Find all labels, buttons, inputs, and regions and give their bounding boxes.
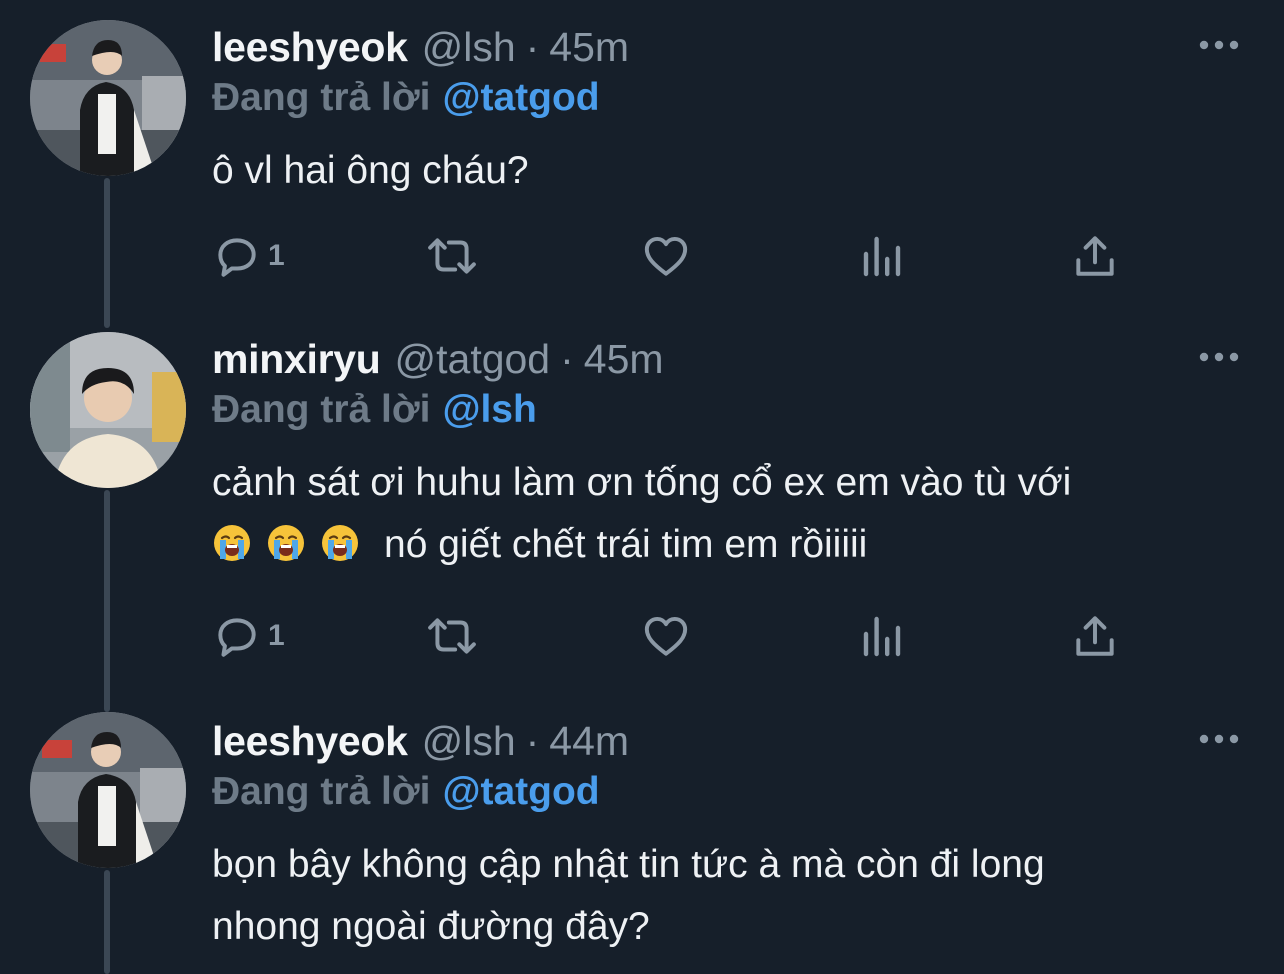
display-name[interactable]: leeshyeok — [212, 22, 408, 72]
loudly-crying-face-icon — [268, 525, 304, 561]
replying-to-label: Đang trả lời — [212, 388, 431, 431]
display-name[interactable]: leeshyeok — [212, 716, 408, 766]
tweet-text: bọn bây không cập nhật tin tức à mà còn … — [212, 834, 1232, 958]
share-icon — [1076, 236, 1114, 276]
reply-thread: leeshyeok @lsh · 45m Đang trả lời @tatgod… — [0, 0, 1284, 974]
timestamp[interactable]: 45m — [549, 22, 629, 72]
mention-link[interactable]: @tatgod — [442, 770, 599, 813]
replying-to-line: Đang trả lời @lsh — [212, 386, 537, 434]
heart-icon — [644, 616, 688, 656]
user-handle[interactable]: @tatgod — [395, 334, 551, 384]
timestamp[interactable]: 44m — [549, 716, 629, 766]
reply-icon — [218, 618, 256, 657]
mention-link[interactable]: @tatgod — [442, 76, 599, 119]
more-icon[interactable] — [1198, 350, 1240, 364]
retweet-icon — [428, 618, 476, 654]
user-handle[interactable]: @lsh — [422, 716, 516, 766]
retweet-icon — [428, 238, 476, 274]
avatar-photo — [30, 332, 186, 488]
share-icon — [1076, 616, 1114, 656]
user-handle[interactable]: @lsh — [422, 22, 516, 72]
tweet-text: ô vl hai ông cháu? — [212, 140, 1232, 202]
heart-icon — [644, 236, 688, 276]
avatar-photo — [30, 20, 186, 176]
reply-icon — [218, 238, 256, 277]
retweet-button[interactable] — [424, 608, 480, 664]
avatar[interactable] — [30, 712, 186, 868]
reply-button[interactable]: 1 — [212, 608, 285, 664]
tweet-text-line: cảnh sát ơi huhu làm ơn tống cổ ex em và… — [212, 461, 1072, 504]
tweet-header: minxiryu @tatgod · 45m — [212, 334, 664, 384]
tweet-text-line: ô vl hai ông cháu? — [212, 149, 529, 192]
avatar[interactable] — [30, 20, 186, 176]
action-bar: 1 — [212, 228, 1132, 284]
share-button[interactable] — [1070, 608, 1120, 664]
timestamp[interactable]: 45m — [584, 334, 664, 384]
tweet-header: leeshyeok @lsh · 45m — [212, 22, 629, 72]
analytics-button[interactable] — [858, 228, 906, 284]
share-button[interactable] — [1070, 228, 1120, 284]
analytics-icon — [863, 236, 901, 277]
replying-to-label: Đang trả lời — [212, 770, 431, 813]
display-name[interactable]: minxiryu — [212, 334, 381, 384]
loudly-crying-face-icon — [214, 525, 250, 561]
retweet-button[interactable] — [424, 228, 480, 284]
like-button[interactable] — [640, 608, 692, 664]
tweet-text: cảnh sát ơi huhu làm ơn tống cổ ex em và… — [212, 452, 1232, 576]
tweet-text-fragment: nó giết chết trái tim em rồiiiii — [384, 523, 868, 566]
more-icon[interactable] — [1198, 732, 1240, 746]
loudly-crying-face-icon — [322, 525, 358, 561]
analytics-icon — [863, 616, 901, 657]
analytics-button[interactable] — [858, 608, 906, 664]
reply-button[interactable]: 1 — [212, 228, 285, 284]
replying-to-line: Đang trả lời @tatgod — [212, 768, 600, 816]
reply-count: 1 — [268, 239, 285, 272]
avatar[interactable] — [30, 332, 186, 488]
tweet-text-line: nó giết chết trái tim em rồiiiii — [212, 514, 1232, 576]
like-button[interactable] — [640, 228, 692, 284]
more-icon[interactable] — [1198, 38, 1240, 52]
tweet[interactable]: leeshyeok @lsh · 44m Đang trả lời @tatgod… — [0, 694, 1284, 974]
tweet-header: leeshyeok @lsh · 44m — [212, 716, 629, 766]
separator-dot: · — [525, 24, 540, 70]
action-bar: 1 — [212, 608, 1132, 664]
reply-count: 1 — [268, 619, 285, 652]
replying-to-label: Đang trả lời — [212, 76, 431, 119]
avatar-photo — [30, 712, 186, 868]
separator-dot: · — [560, 336, 574, 382]
mention-link[interactable]: @lsh — [442, 388, 536, 431]
tweet-text-line: nhong ngoài đường đây? — [212, 905, 650, 948]
tweet-text-line: bọn bây không cập nhật tin tức à mà còn … — [212, 843, 1045, 886]
replying-to-line: Đang trả lời @tatgod — [212, 74, 600, 122]
separator-dot: · — [525, 718, 540, 764]
tweet[interactable]: minxiryu @tatgod · 45m Đang trả lời @lsh … — [0, 312, 1284, 702]
tweet[interactable]: leeshyeok @lsh · 45m Đang trả lời @tatgod… — [0, 0, 1284, 320]
